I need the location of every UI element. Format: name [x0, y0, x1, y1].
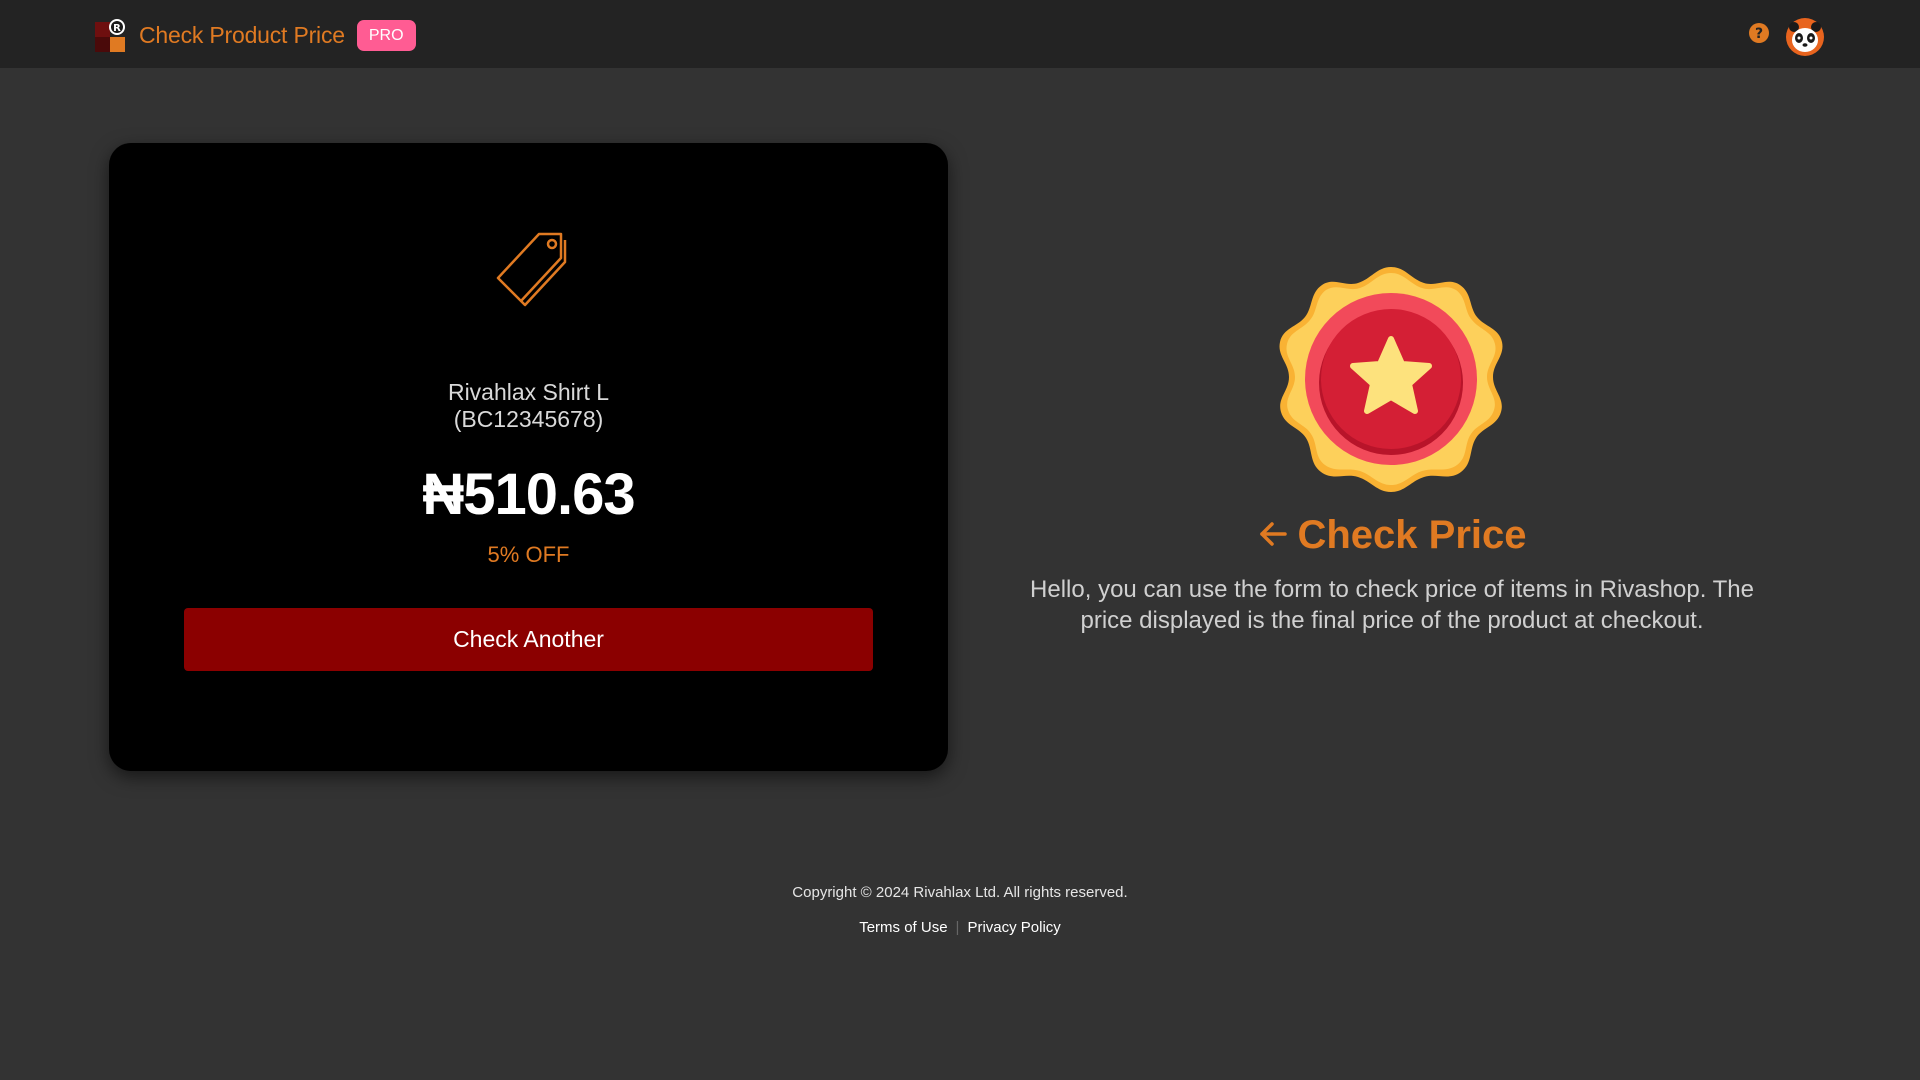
check-price-title: Check Price	[1297, 513, 1527, 557]
top-navbar: R Check Product Price PRO ?	[0, 0, 1920, 68]
discount-label: 5% OFF	[487, 542, 570, 567]
svg-text:R: R	[113, 23, 121, 34]
avatar[interactable]	[1785, 17, 1825, 57]
privacy-policy-link[interactable]: Privacy Policy	[967, 919, 1060, 936]
footer-links: Terms of Use | Privacy Policy	[0, 919, 1920, 936]
check-price-description: Hello, you can use the form to check pri…	[1030, 576, 1754, 634]
brand[interactable]: R Check Product Price PRO	[95, 18, 416, 52]
star-medal-icon	[1276, 264, 1506, 494]
product-price-card: Rivahlax Shirt L (BC12345678) ₦510.63 5%…	[109, 143, 948, 771]
app-title: Check Product Price	[139, 21, 345, 48]
product-price: ₦510.63	[422, 462, 635, 527]
price-tag-icon	[481, 228, 581, 328]
product-name: Rivahlax Shirt L	[447, 379, 610, 405]
check-another-button[interactable]: Check Another	[184, 608, 873, 671]
arrow-left-icon	[1257, 515, 1289, 560]
product-code: (BC12345678)	[453, 406, 604, 432]
footer-separator: |	[955, 919, 960, 936]
pro-badge: PRO	[356, 19, 416, 51]
terms-of-use-link[interactable]: Terms of Use	[859, 919, 947, 936]
app-logo-icon: R	[95, 18, 127, 52]
svg-text:?: ?	[1755, 26, 1763, 42]
check-price-heading: Check Price	[1000, 513, 1784, 560]
footer-copyright: Copyright © 2024 Rivahlax Ltd. All right…	[792, 884, 1128, 901]
question-circle-icon[interactable]: ?	[1748, 22, 1770, 44]
